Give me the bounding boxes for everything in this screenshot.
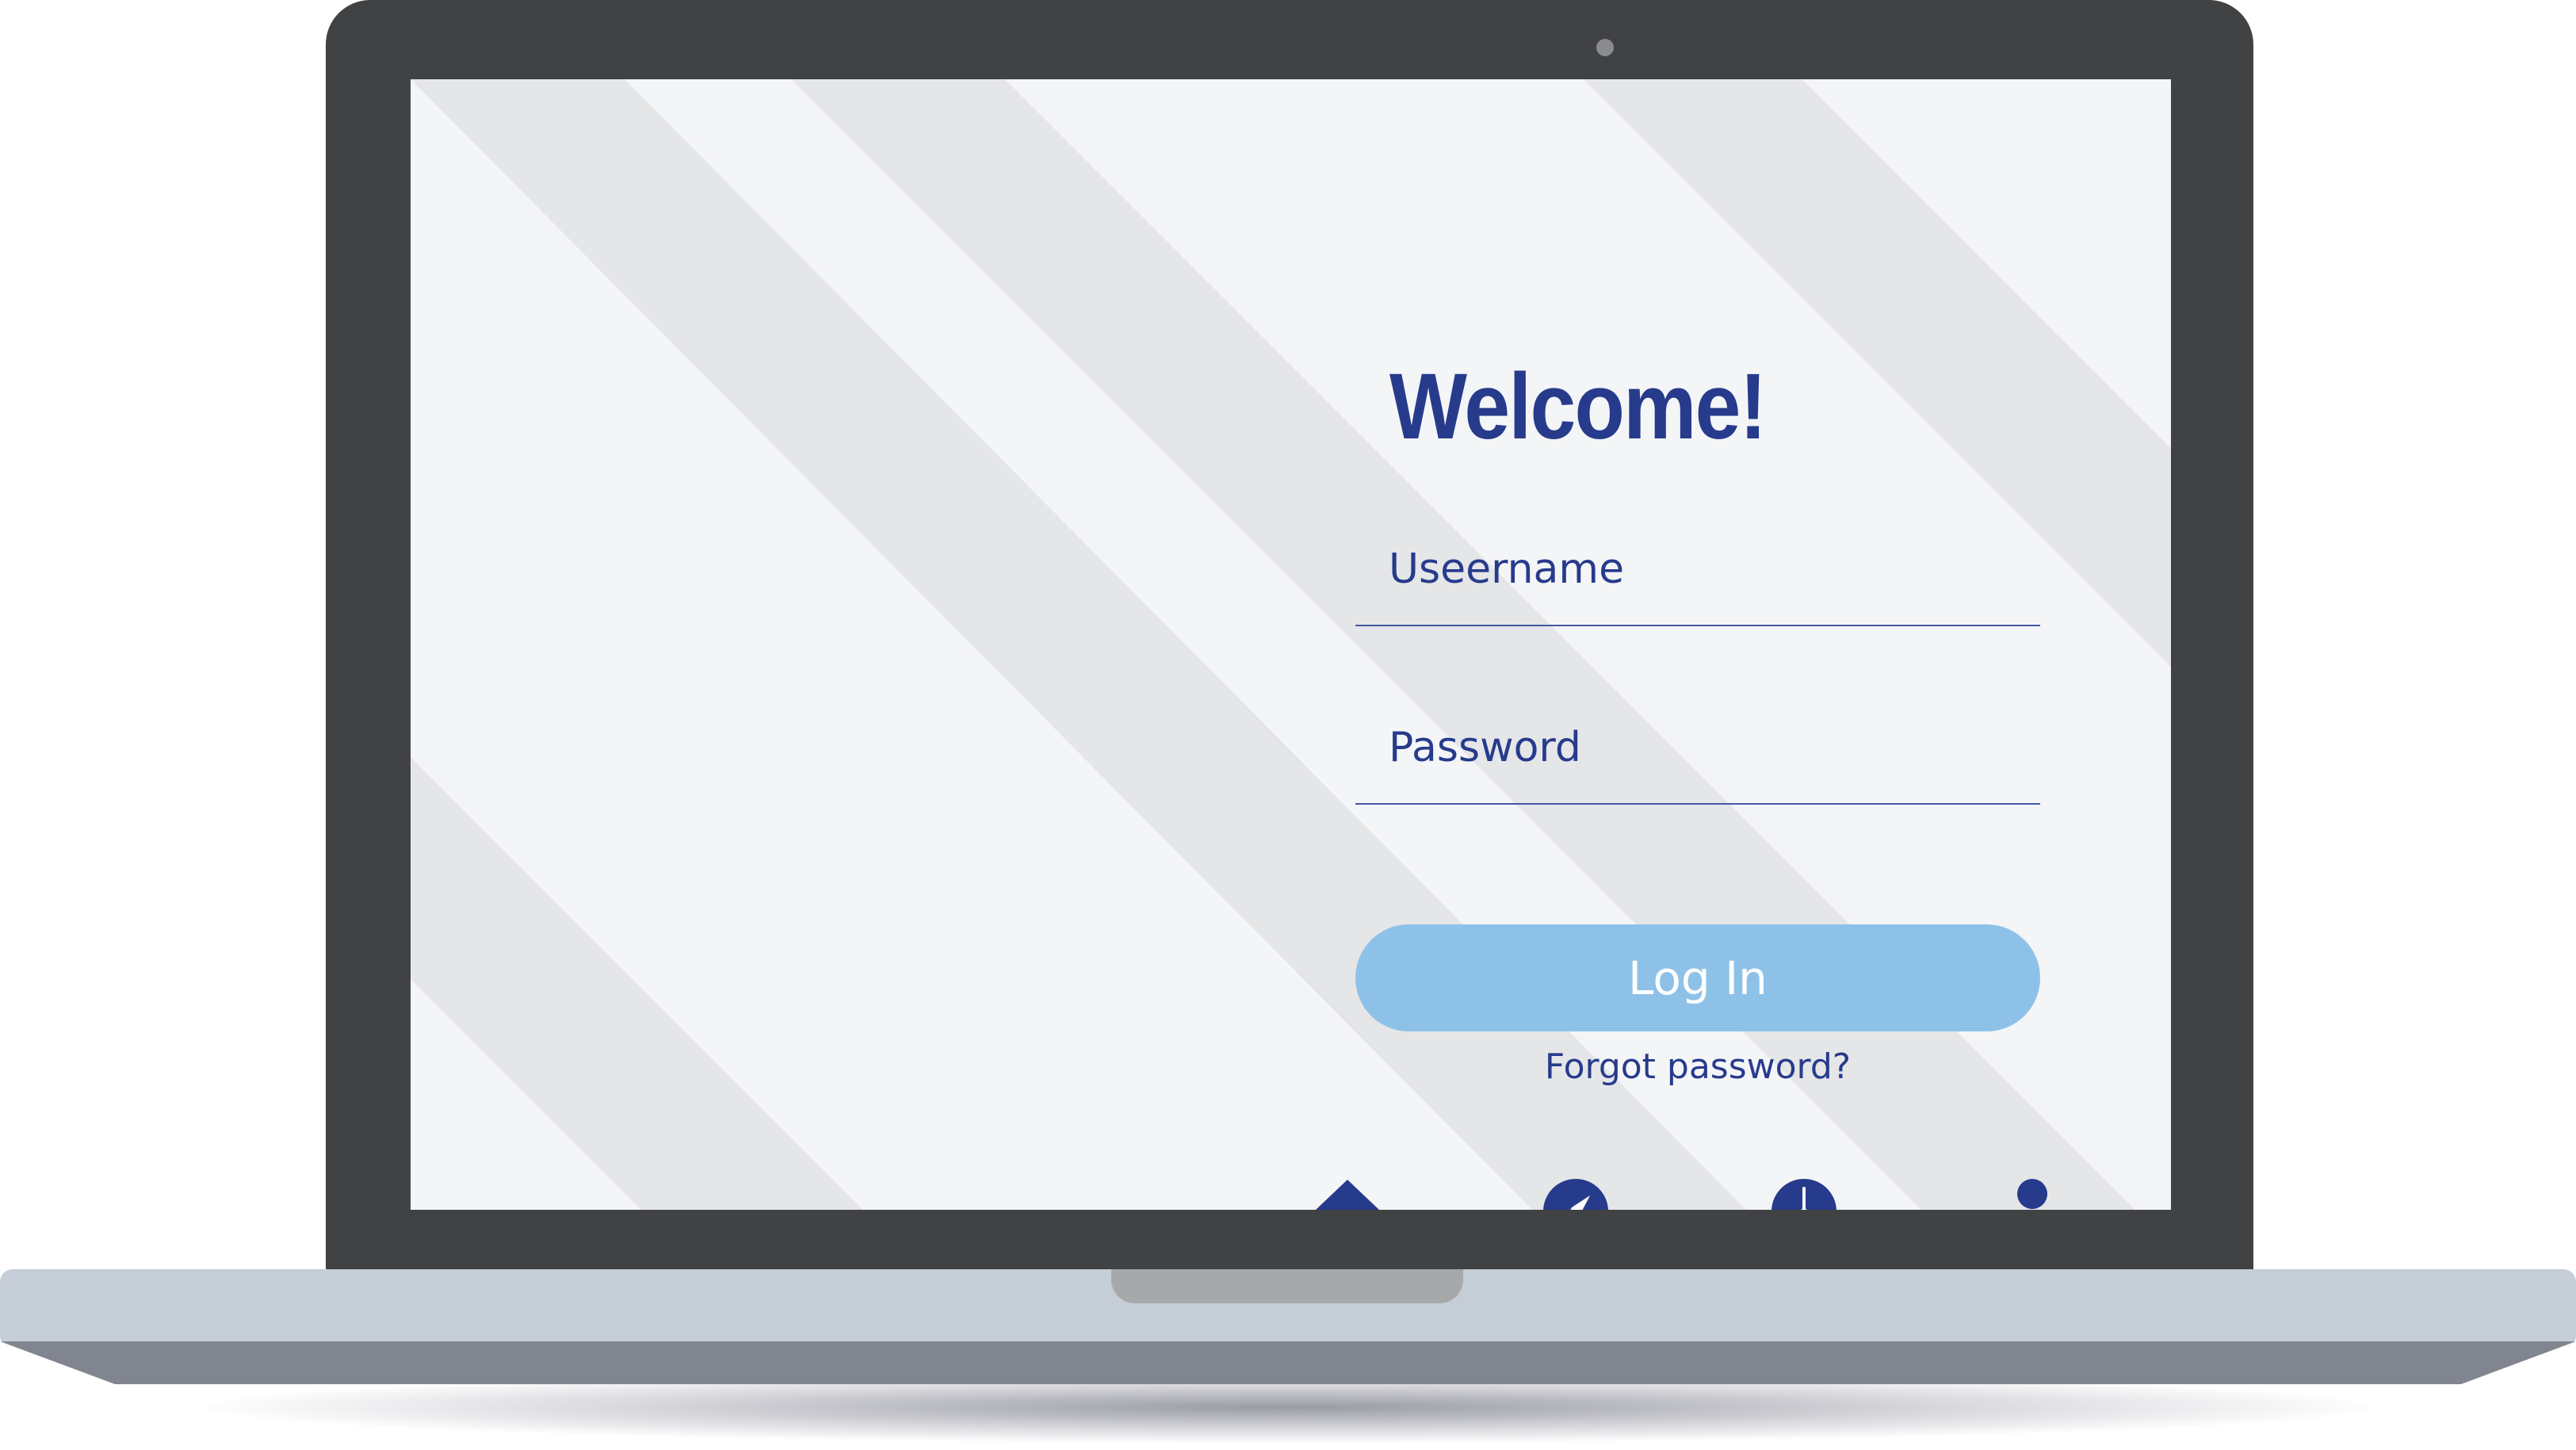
laptop-hinge-notch — [1111, 1269, 1463, 1303]
login-button-label: Log In — [1628, 951, 1768, 1005]
username-field[interactable]: Useername — [1355, 539, 2040, 626]
laptop-base-underside — [0, 1341, 2576, 1384]
username-placeholder: Useername — [1389, 545, 1625, 593]
password-placeholder: Password — [1389, 724, 1581, 771]
clock-icon[interactable] — [1771, 1178, 1837, 1210]
laptop-screen: Welcome! Useername Password Log In Forgo… — [411, 79, 2171, 1210]
page-title: Welcome! — [1389, 354, 1767, 459]
password-field[interactable]: Password — [1355, 717, 2040, 805]
webcam-icon — [1596, 39, 1614, 56]
login-button[interactable]: Log In — [1355, 924, 2040, 1031]
background-stripes — [411, 79, 2171, 1210]
forgot-password-link[interactable]: Forgot password? — [1355, 1046, 2040, 1087]
compass-icon[interactable] — [1542, 1178, 1609, 1210]
laptop-mockup: Welcome! Useername Password Log In Forgo… — [0, 0, 2576, 1450]
user-icon[interactable] — [1999, 1178, 2066, 1210]
home-icon[interactable] — [1314, 1178, 1381, 1210]
